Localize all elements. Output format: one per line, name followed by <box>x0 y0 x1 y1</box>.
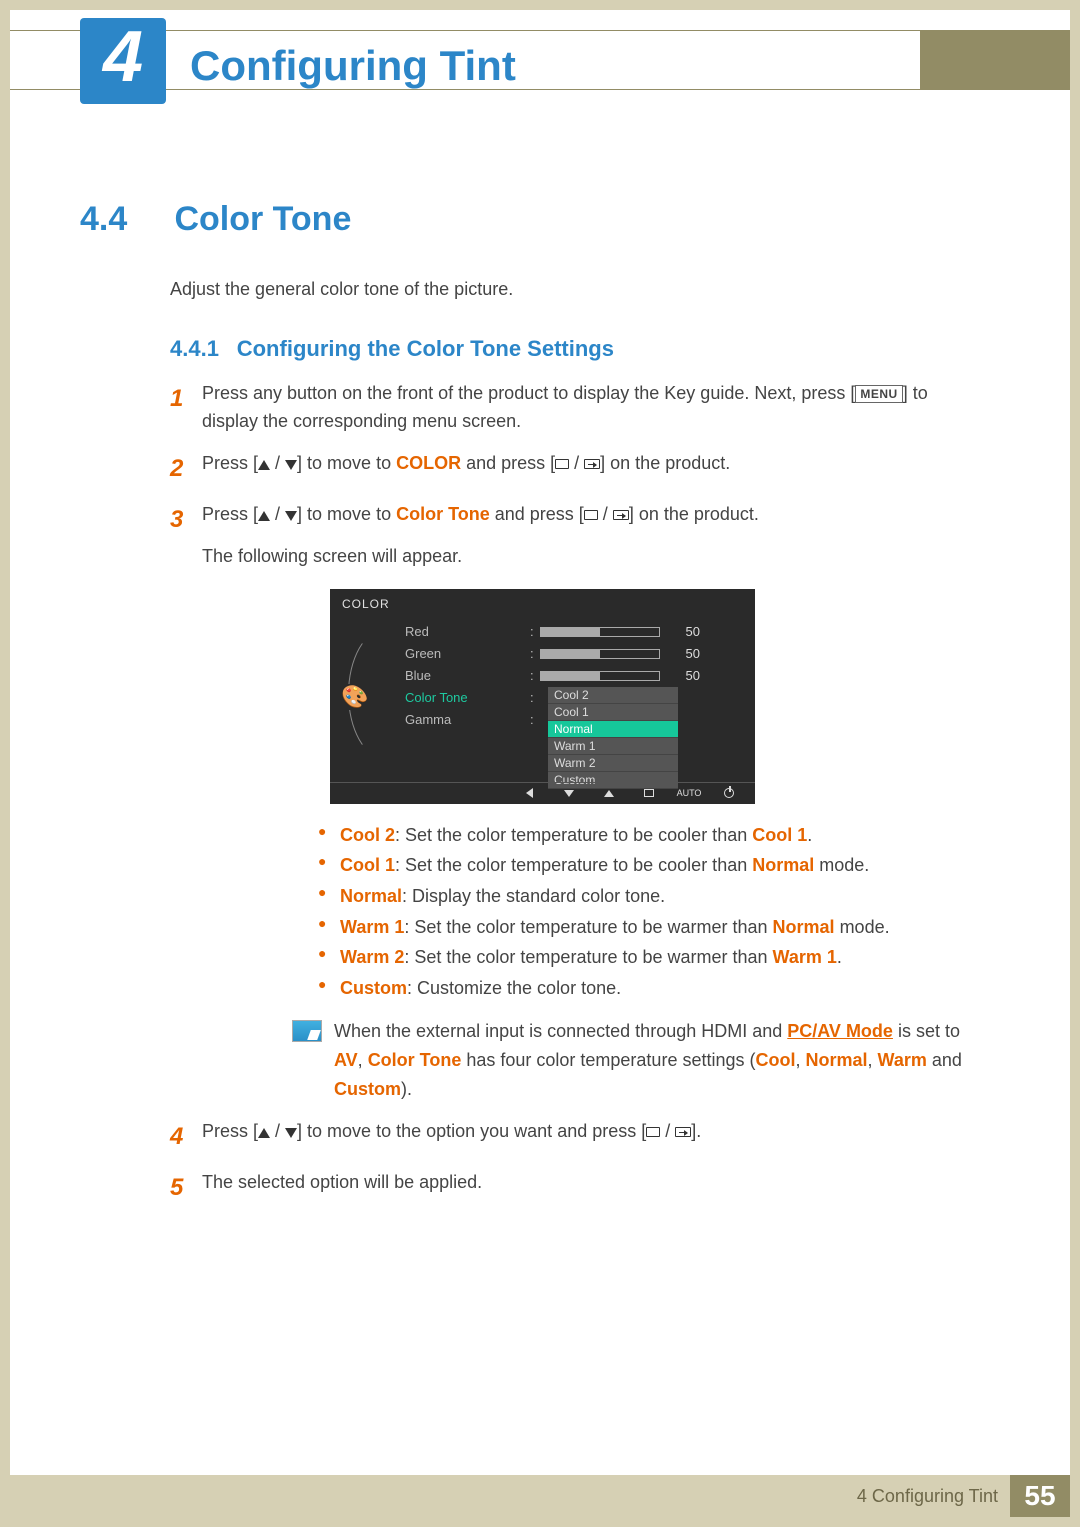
step-text: ] to move to the option you want and pre… <box>297 1121 646 1141</box>
osd-power-icon <box>709 783 749 803</box>
source-icon <box>646 1127 660 1137</box>
osd-value: 50 <box>670 665 700 687</box>
option-descriptions: ●Cool 2: Set the color temperature to be… <box>318 820 980 1004</box>
enter-icon <box>584 459 600 469</box>
footer: 4 Configuring Tint 55 <box>10 1475 1070 1517</box>
list-item: ●Warm 1: Set the color temperature to be… <box>318 912 980 943</box>
step-text: and press [ <box>461 453 555 473</box>
osd-up-icon <box>589 783 629 803</box>
up-arrow-icon <box>258 511 270 521</box>
enter-icon <box>675 1127 691 1137</box>
osd-option: Cool 2 <box>548 687 678 704</box>
osd-auto-label: AUTO <box>669 783 709 803</box>
osd-value: 50 <box>670 621 700 643</box>
section-number: 4.4 <box>80 200 170 239</box>
slider <box>540 627 660 637</box>
osd-label: Red <box>405 621 468 643</box>
step-text: The following screen will appear. <box>202 543 980 571</box>
osd-labels: Red Green Blue Color Tone Gamma <box>405 621 468 731</box>
note-icon <box>292 1020 322 1042</box>
step-number: 4 <box>170 1118 202 1155</box>
osd-label: Gamma <box>405 709 468 731</box>
down-arrow-icon <box>285 1128 297 1138</box>
subsection-heading: 4.4.1 Configuring the Color Tone Setting… <box>170 336 980 362</box>
osd-value: 50 <box>670 643 700 665</box>
slider <box>540 649 660 659</box>
osd-label: Blue <box>405 665 468 687</box>
step-text: and press [ <box>490 504 584 524</box>
enter-icon <box>613 510 629 520</box>
colortone-keyword: Color Tone <box>396 504 490 524</box>
down-arrow-icon <box>285 511 297 521</box>
step-2: 2 Press [ / ] to move to COLOR and press… <box>170 450 980 487</box>
step-number: 1 <box>170 380 202 436</box>
osd-down-icon <box>549 783 589 803</box>
osd-left-icon <box>509 783 549 803</box>
step-number: 3 <box>170 501 202 571</box>
list-item: ●Warm 2: Set the color temperature to be… <box>318 942 980 973</box>
osd-preview: COLOR 🎨 Red Green Blue Color Tone Gamma … <box>330 589 755 804</box>
list-item: ●Custom: Customize the color tone. <box>318 973 980 1004</box>
palette-icon: 🎨 <box>338 684 372 710</box>
source-icon <box>555 459 569 469</box>
step-text: Press [ <box>202 1121 258 1141</box>
list-item: ●Normal: Display the standard color tone… <box>318 881 980 912</box>
osd-label: Green <box>405 643 468 665</box>
list-item: ●Cool 2: Set the color temperature to be… <box>318 820 980 851</box>
color-keyword: COLOR <box>396 453 461 473</box>
note-block: When the external input is connected thr… <box>292 1017 980 1103</box>
step-text: ] on the product. <box>600 453 730 473</box>
step-text: ] to move to <box>297 453 396 473</box>
note-link: PC/AV Mode <box>787 1021 893 1041</box>
chapter-badge: 4 <box>80 18 166 104</box>
step-text: Press [ <box>202 504 258 524</box>
osd-title: COLOR <box>342 597 390 611</box>
list-item: ●Cool 1: Set the color temperature to be… <box>318 850 980 881</box>
osd-options: Cool 2 Cool 1 Normal Warm 1 Warm 2 Custo… <box>548 687 678 789</box>
osd-option-selected: Normal <box>548 721 678 738</box>
osd-enter-icon <box>629 783 669 803</box>
osd-values: 50 50 50 <box>540 621 700 687</box>
step-3: 3 Press [ / ] to move to Color Tone and … <box>170 501 980 571</box>
step-text: ]. <box>691 1121 701 1141</box>
intro-text: Adjust the general color tone of the pic… <box>170 279 980 300</box>
step-1: 1 Press any button on the front of the p… <box>170 380 980 436</box>
footer-text: 4 Configuring Tint <box>857 1486 998 1507</box>
step-number: 5 <box>170 1169 202 1206</box>
up-arrow-icon <box>258 460 270 470</box>
down-arrow-icon <box>285 460 297 470</box>
step-number: 2 <box>170 450 202 487</box>
subsection-title: Configuring the Color Tone Settings <box>237 336 614 361</box>
section-title: Color Tone <box>174 200 351 239</box>
note-text: When the external input is connected thr… <box>334 1021 787 1041</box>
step-4: 4 Press [ / ] to move to the option you … <box>170 1118 980 1155</box>
chapter-number: 4 <box>103 21 143 93</box>
page-title: Configuring Tint <box>190 42 516 90</box>
osd-option: Warm 2 <box>548 755 678 772</box>
up-arrow-icon <box>258 1128 270 1138</box>
osd-bottom-bar: AUTO <box>330 782 755 804</box>
step-text: Press [ <box>202 453 258 473</box>
step-text: Press any button on the front of the pro… <box>202 383 855 403</box>
osd-selected-label: Color Tone <box>405 687 468 709</box>
osd-option: Warm 1 <box>548 738 678 755</box>
step-5: 5 The selected option will be applied. <box>170 1169 980 1206</box>
slider <box>540 671 660 681</box>
osd-option: Cool 1 <box>548 704 678 721</box>
source-icon <box>584 510 598 520</box>
step-text: ] on the product. <box>629 504 759 524</box>
step-text: ] to move to <box>297 504 396 524</box>
footer-page-number: 55 <box>1010 1475 1070 1517</box>
subsection-number: 4.4.1 <box>170 336 219 361</box>
section-heading: 4.4 Color Tone <box>80 200 980 239</box>
menu-icon: MENU <box>855 385 902 403</box>
step-text: The selected option will be applied. <box>202 1169 980 1206</box>
